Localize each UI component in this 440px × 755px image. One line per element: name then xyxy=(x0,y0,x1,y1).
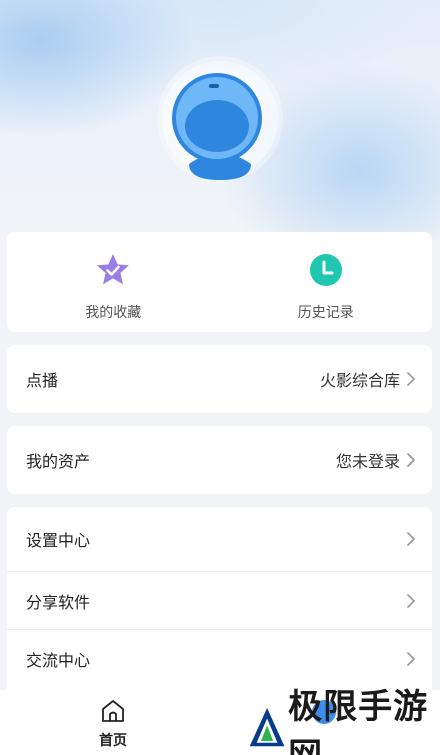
watermark-logo-icon xyxy=(249,708,285,747)
chevron-right-icon xyxy=(407,453,415,467)
avatar[interactable] xyxy=(157,56,283,182)
login-status-value: 您未登录 xyxy=(335,452,400,471)
history-label: 历史记录 xyxy=(297,305,354,321)
settings-center-label: 设置中心 xyxy=(26,531,91,550)
clock-icon xyxy=(309,254,342,286)
chevron-right-icon xyxy=(407,652,415,666)
vod-card: 点播 火影综合库 xyxy=(7,345,432,413)
settings-menu-card: 设置中心 分享软件 交流中心 xyxy=(7,507,432,697)
share-app-label: 分享软件 xyxy=(26,592,91,612)
vod-label: 点播 xyxy=(26,371,59,390)
chevron-right-icon xyxy=(407,372,415,386)
favorites-button[interactable]: 我的收藏 xyxy=(7,232,220,332)
star-check-icon xyxy=(97,254,130,285)
watermark: 极限手游网 xyxy=(248,687,440,755)
chevron-right-icon xyxy=(407,593,415,608)
home-icon xyxy=(102,700,124,722)
watermark-text: 极限手游网 xyxy=(288,687,429,755)
favorites-label: 我的收藏 xyxy=(85,305,142,321)
tab-home-label: 首页 xyxy=(99,733,127,749)
default-avatar-icon xyxy=(162,61,278,180)
vod-row[interactable]: 点播 火影综合库 xyxy=(7,345,432,413)
tab-home[interactable]: 首页 xyxy=(88,698,138,752)
assets-label: 我的资产 xyxy=(26,452,91,471)
profile-header xyxy=(0,0,440,240)
quick-actions-card: 我的收藏 历史记录 xyxy=(7,232,432,332)
settings-center-row[interactable]: 设置中心 xyxy=(7,507,432,572)
community-center-label: 交流中心 xyxy=(26,651,91,670)
assets-row[interactable]: 我的资产 您未登录 xyxy=(7,426,432,494)
share-app-row[interactable]: 分享软件 xyxy=(7,572,432,630)
vod-source-value: 火影综合库 xyxy=(319,371,400,390)
history-button[interactable]: 历史记录 xyxy=(220,232,433,332)
assets-card: 我的资产 您未登录 xyxy=(7,426,432,494)
chevron-right-icon xyxy=(407,532,415,546)
